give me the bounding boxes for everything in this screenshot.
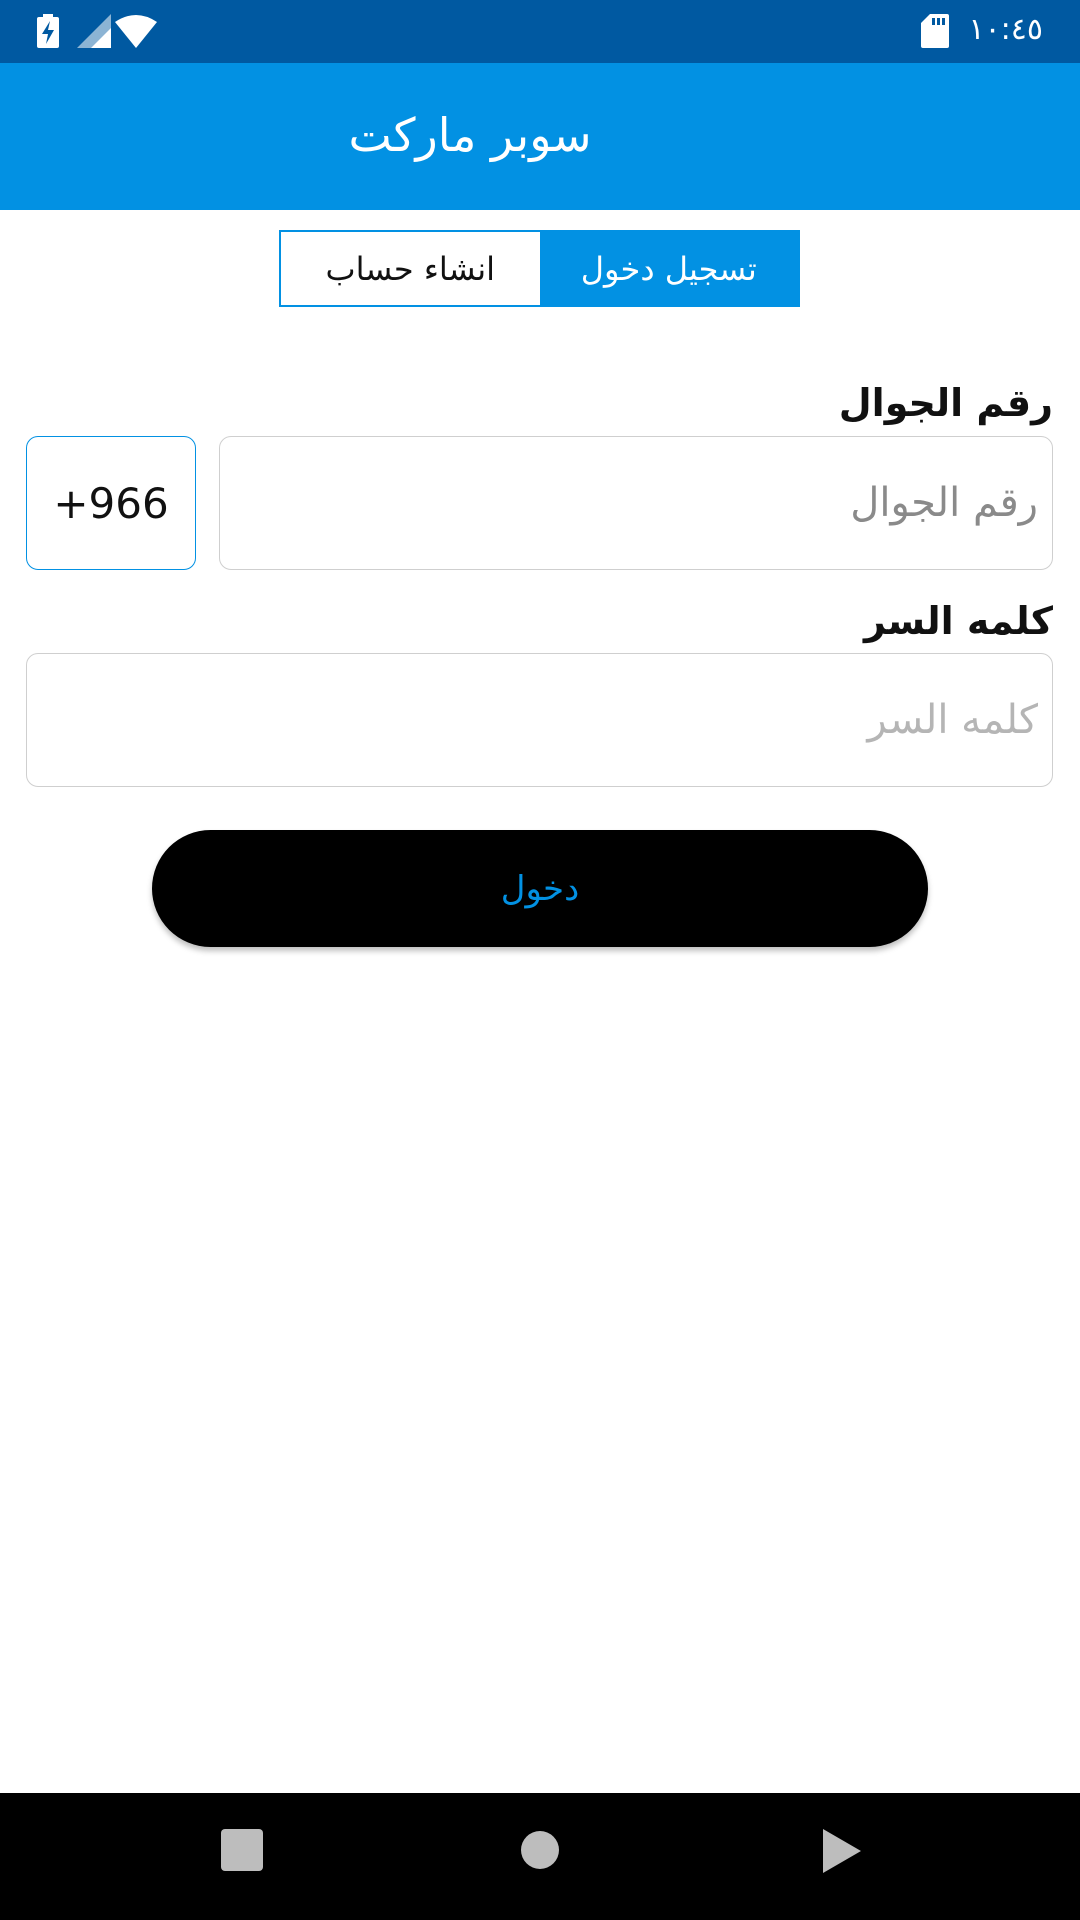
auth-tabs: انشاء حساب تسجيل دخول <box>279 230 800 307</box>
password-input[interactable] <box>26 653 1053 787</box>
recents-icon[interactable] <box>221 1829 263 1871</box>
back-icon[interactable] <box>823 1829 861 1873</box>
wifi-icon <box>115 15 157 48</box>
sd-card-icon <box>921 14 949 48</box>
login-screen: ١٠:٤٥ سوبر ماركت انشاء حساب تسجيل دخول ر… <box>0 0 1080 1920</box>
status-bar: ١٠:٤٥ <box>0 0 1080 63</box>
battery-charging-icon <box>37 14 59 48</box>
login-button[interactable]: دخول <box>152 830 928 947</box>
signal-icon <box>77 14 111 48</box>
phone-label: رقم الجوال <box>838 381 1053 425</box>
password-label: كلمه السر <box>864 599 1053 643</box>
tab-register[interactable]: انشاء حساب <box>281 232 540 305</box>
tab-login[interactable]: تسجيل دخول <box>539 232 798 305</box>
app-bar: سوبر ماركت <box>0 63 1080 210</box>
phone-input[interactable] <box>219 436 1053 570</box>
status-time: ١٠:٤٥ <box>968 12 1043 47</box>
country-code-box[interactable]: +966 <box>26 436 196 570</box>
app-title: سوبر ماركت <box>348 108 592 162</box>
home-icon[interactable] <box>519 1829 561 1871</box>
navigation-bar <box>0 1793 1080 1920</box>
